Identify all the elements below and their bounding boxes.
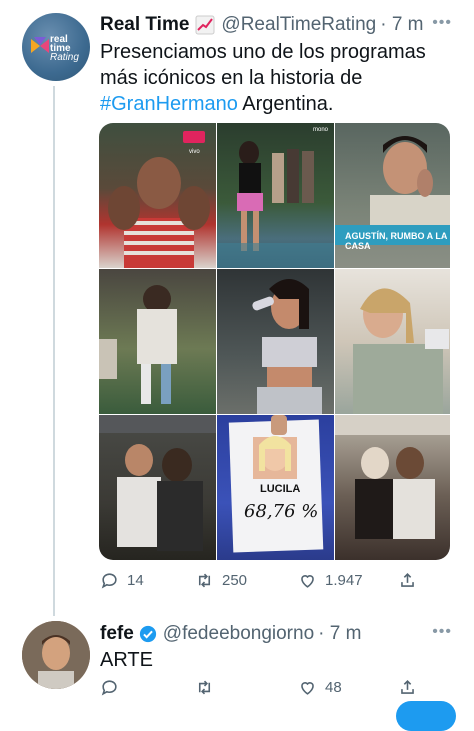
share-button[interactable] (398, 678, 417, 697)
like-button[interactable]: 48 (298, 678, 342, 697)
tweet-actions: 48 (100, 678, 420, 700)
man-covering-face-photo[interactable]: vivo (99, 123, 216, 268)
real-time-logo-icon (31, 37, 49, 53)
share-icon (401, 680, 414, 694)
photo-illustration (99, 285, 177, 404)
hashtag-link[interactable]: #GranHermano (100, 93, 238, 115)
user-handle[interactable]: @fedeebongiorno (163, 623, 314, 645)
retweet-button[interactable]: 250 (195, 571, 247, 590)
reply-icon (101, 573, 117, 589)
retweet-button[interactable] (195, 678, 222, 697)
more-options-icon[interactable]: ••• (432, 14, 452, 32)
young-man-crying-photo[interactable]: AGUSTÍN, RUMBO A LA CASA (335, 123, 450, 268)
share-icon (401, 573, 414, 587)
avatar[interactable]: real time Rating (22, 13, 90, 81)
retweet-icon (198, 573, 211, 588)
tweet-text: Presenciamos uno de los programas más ic… (100, 41, 426, 115)
photo-illustration: mono (217, 127, 334, 268)
user-handle[interactable]: @RealTimeRating (221, 14, 376, 36)
reply-button[interactable]: 14 (100, 571, 144, 590)
woman-blanket-photo[interactable] (335, 269, 450, 414)
woman-walking-photo[interactable]: mono (217, 123, 334, 268)
heart-icon (301, 682, 314, 695)
avatar-photo (22, 621, 90, 689)
compose-tweet-button[interactable] (396, 701, 456, 731)
timestamp[interactable]: · 7 m (380, 14, 423, 36)
heart-icon (301, 575, 314, 588)
avatar-brand-text: real time Rating (50, 34, 79, 63)
verified-badge-icon (139, 625, 156, 643)
photo-illustration (252, 279, 322, 414)
tweet-text: ARTE (100, 649, 153, 671)
svg-text:mono: mono (313, 127, 329, 133)
group-hug-photo[interactable] (335, 415, 450, 560)
vote-card-name: LUCILA (260, 483, 301, 495)
more-options-icon[interactable]: ••• (432, 623, 452, 641)
chart-trending-icon (195, 15, 215, 35)
media-grid[interactable]: vivo mono AGUSTÍN, RUMBO A LA CASA LUCIL… (99, 123, 450, 560)
timestamp[interactable]: · 7 m (318, 623, 361, 645)
vote-card-photo[interactable]: LUCILA 68,76 % (217, 415, 334, 560)
men-hugging-photo[interactable] (99, 415, 216, 560)
photo-illustration (99, 415, 216, 551)
svg-text:vivo: vivo (189, 149, 200, 155)
photo-illustration: vivo (108, 131, 210, 268)
woman-drinking-photo[interactable] (217, 269, 334, 414)
photo-illustration (353, 288, 449, 414)
reply-button[interactable] (100, 678, 127, 697)
tweet-real-time[interactable]: real time Rating Real Time @RealTimeRati… (0, 0, 474, 610)
couple-hugging-photo[interactable] (99, 269, 216, 414)
reply-icon (101, 680, 117, 696)
tweet-actions: 14 250 1.947 (100, 571, 420, 593)
display-name[interactable]: Real Time (100, 14, 189, 36)
retweet-icon (198, 680, 211, 695)
photo-illustration (335, 415, 450, 539)
avatar[interactable] (22, 621, 90, 689)
share-button[interactable] (398, 571, 417, 590)
like-button[interactable]: 1.947 (298, 571, 363, 590)
tweet-header: fefe @fedeebongiorno · 7 m (100, 623, 361, 645)
tweet-header: Real Time @RealTimeRating · 7 m (100, 14, 424, 36)
image-caption: AGUSTÍN, RUMBO A LA CASA (345, 231, 447, 251)
vote-card-percentage: 68,76 % (244, 501, 319, 522)
display-name[interactable]: fefe (100, 623, 134, 645)
